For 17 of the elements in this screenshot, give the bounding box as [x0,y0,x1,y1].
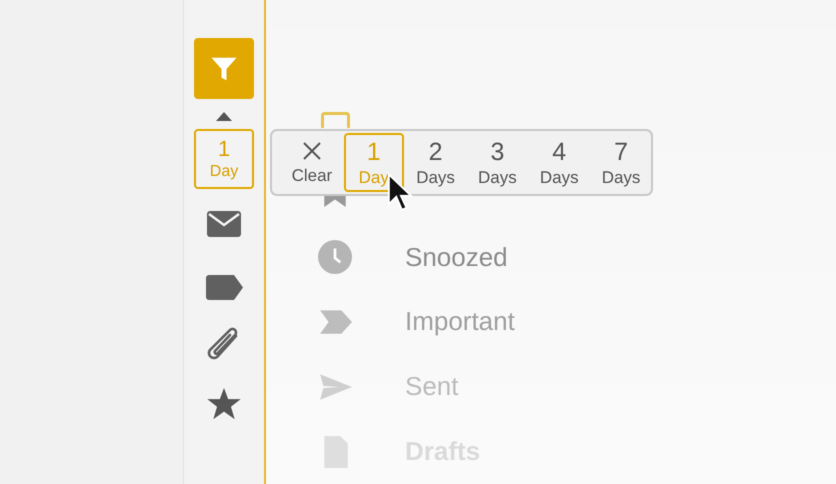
triangle-icon [216,112,232,121]
day-range-button[interactable]: 3 Days [467,133,528,192]
clear-button[interactable]: Clear [282,133,342,192]
folder-label[interactable]: Snoozed [405,238,508,277]
clock-icon [318,240,352,274]
day-range-button[interactable]: 2 Days [406,133,466,192]
mail-icon[interactable] [207,211,241,237]
folder-label[interactable]: Important [405,302,515,342]
star-icon[interactable] [207,388,241,420]
chip-unit: Day [210,164,238,180]
day-range-button[interactable]: 7 Days [591,133,651,192]
filter-chip[interactable]: 1 Day [194,129,254,189]
label-icon[interactable] [206,275,242,300]
close-icon [302,141,322,161]
day-range-button[interactable]: 4 Days [529,133,590,192]
chip-number: 1 [218,138,230,160]
folder-label[interactable]: Sent [405,367,458,406]
